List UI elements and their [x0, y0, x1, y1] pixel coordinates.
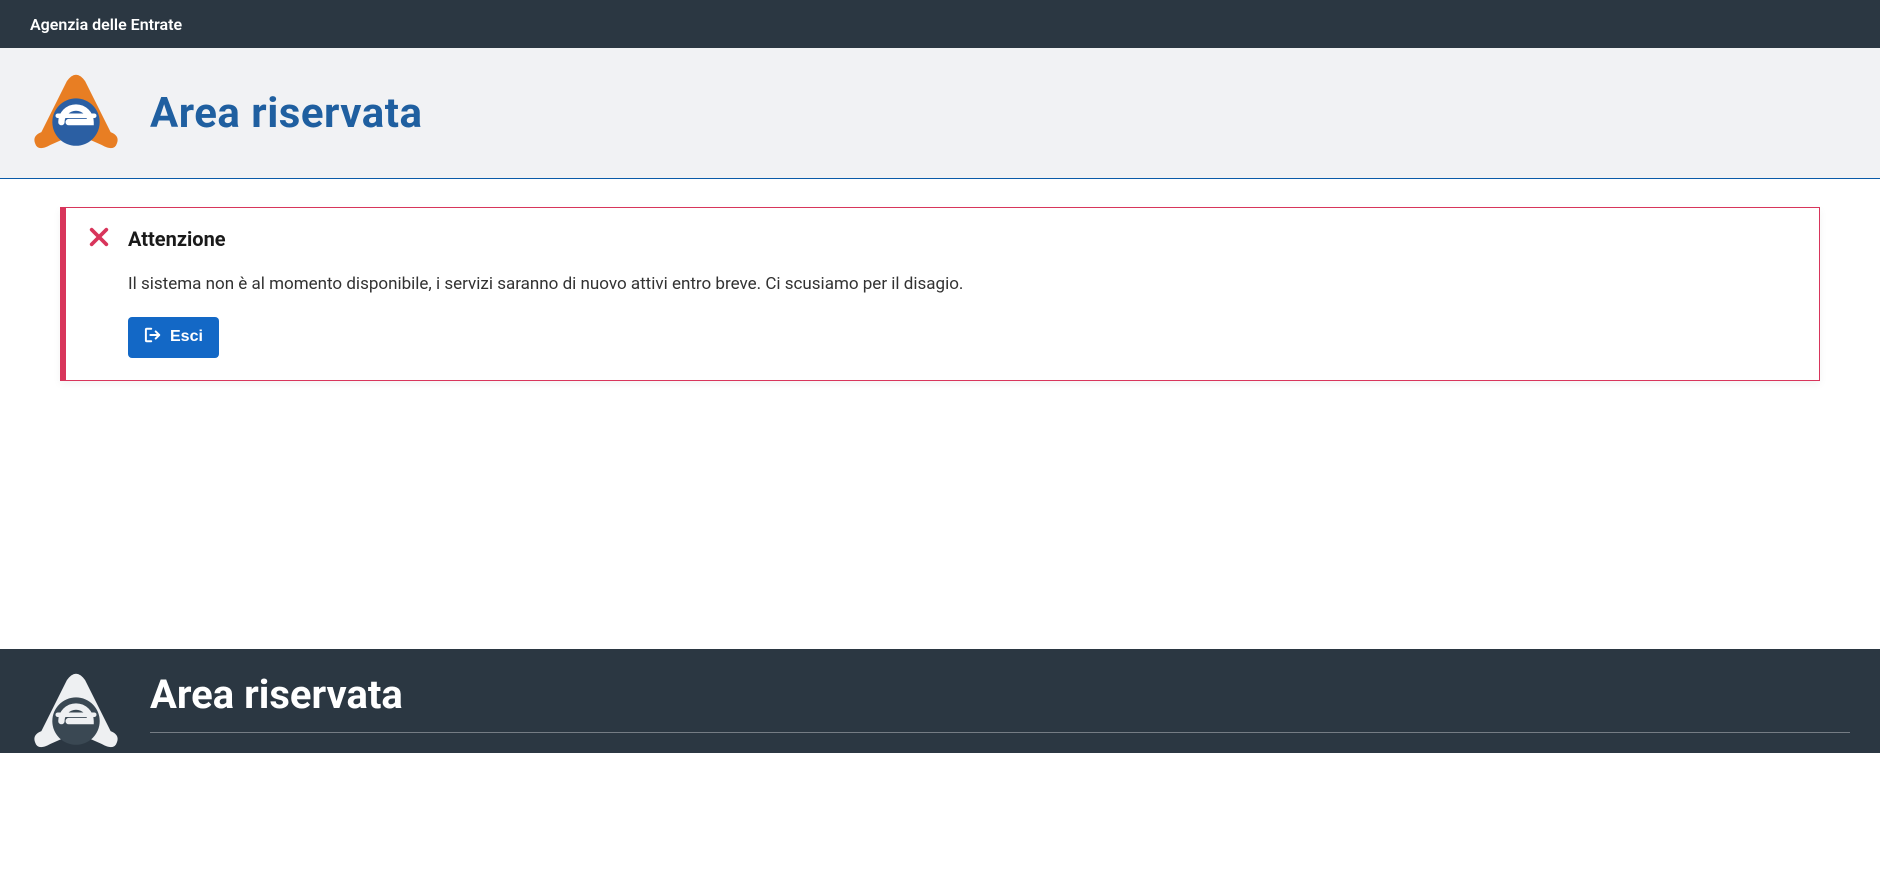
alert-box: Attenzione Il sistema non è al momento d… — [60, 207, 1820, 381]
main-content: Attenzione Il sistema non è al momento d… — [0, 179, 1880, 409]
sign-out-icon — [144, 327, 162, 348]
footer: Area riservata — [0, 649, 1880, 753]
exit-button[interactable]: Esci — [128, 317, 219, 358]
footer-title-wrap: Area riservata — [150, 671, 1850, 733]
org-name: Agenzia delle Entrate — [30, 15, 182, 34]
exit-button-label: Esci — [170, 328, 203, 346]
alert-header: Attenzione — [88, 226, 1797, 252]
alert-body: Il sistema non è al momento disponibile,… — [88, 272, 1797, 358]
org-link[interactable]: Agenzia delle Entrate — [30, 15, 182, 34]
top-bar: Agenzia delle Entrate — [0, 0, 1880, 48]
agency-logo-footer — [30, 671, 122, 753]
agency-logo — [30, 72, 122, 154]
page-title: Area riservata — [150, 89, 422, 138]
footer-title: Area riservata — [150, 671, 1850, 718]
error-icon — [88, 226, 110, 252]
footer-divider — [150, 732, 1850, 733]
header-band: Area riservata — [0, 48, 1880, 179]
alert-message: Il sistema non è al momento disponibile,… — [128, 272, 1797, 297]
alert-title: Attenzione — [128, 227, 226, 251]
